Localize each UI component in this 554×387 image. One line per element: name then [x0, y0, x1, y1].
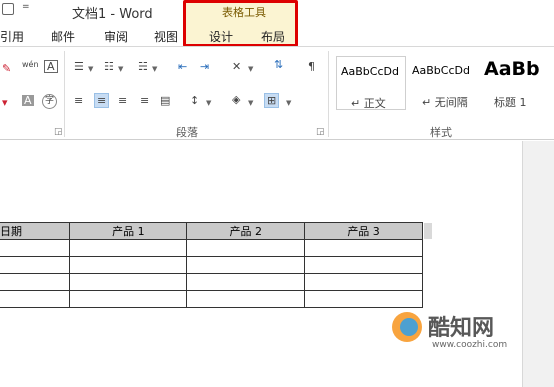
header-cell-product3[interactable]: 产品 3 [304, 222, 423, 240]
font-color-drop-icon[interactable]: ▾ [2, 97, 8, 108]
chinese-layout-icon[interactable]: ✕ [232, 61, 241, 72]
style-no-spacing-sample: AaBbCcDd [412, 64, 470, 77]
header-cell-product2[interactable]: 产品 2 [186, 222, 306, 240]
enclose-characters-icon[interactable]: 字 [42, 94, 57, 109]
clear-format-icon[interactable]: ✎ [2, 63, 11, 74]
table-cell[interactable] [304, 273, 423, 291]
distributed-icon[interactable]: ▤ [160, 95, 170, 106]
table-cell[interactable] [69, 273, 188, 291]
font-dialog-launcher-icon[interactable]: ◲ [54, 127, 63, 137]
qat-customize-icon[interactable]: = [22, 2, 30, 12]
table-cell[interactable] [186, 256, 306, 274]
tab-view[interactable]: 视图 [154, 28, 178, 45]
watermark: 酷知网 www.coozhi.com [384, 310, 548, 358]
style-heading-1-sample: AaBb [484, 58, 540, 80]
table-cell[interactable] [304, 239, 423, 257]
table-resize-handle[interactable] [424, 223, 432, 239]
numbering-icon[interactable]: ☷ [104, 61, 114, 72]
table-cell[interactable] [304, 256, 423, 274]
sort-icon[interactable]: ⇅ [274, 59, 283, 70]
numbering-dropdown-icon[interactable]: ▼ [118, 65, 123, 73]
header-cell-product1[interactable]: 产品 1 [69, 222, 188, 240]
style-normal-name: ↵ 正文 [351, 97, 386, 110]
paragraph-group-label: 段落 [176, 126, 198, 139]
line-spacing-icon[interactable]: ↕ [190, 95, 199, 106]
watermark-text: 酷知网 [428, 316, 495, 341]
highlight-box [183, 0, 298, 47]
table-cell[interactable] [186, 290, 306, 308]
table-header-row: 日期 产品 1 产品 2 产品 3 [0, 222, 423, 240]
phonetic-guide-icon[interactable]: wén [22, 61, 39, 69]
data-table[interactable]: 日期 产品 1 产品 2 产品 3 [0, 222, 423, 308]
save-icon[interactable] [2, 3, 14, 15]
table-cell[interactable] [304, 290, 423, 308]
line-spacing-dropdown-icon[interactable]: ▼ [206, 99, 211, 107]
align-center-icon[interactable]: ≡ [94, 93, 110, 108]
watermark-logo-inner-icon [400, 318, 418, 336]
group-separator [64, 51, 65, 137]
tab-review[interactable]: 审阅 [104, 28, 128, 45]
table-row [0, 290, 423, 308]
justify-icon[interactable]: ≡ [140, 95, 149, 106]
align-right-icon[interactable]: ≡ [118, 95, 127, 106]
table-cell[interactable] [0, 290, 71, 308]
table-cell[interactable] [0, 256, 71, 274]
table-cell[interactable] [69, 256, 188, 274]
shading-dropdown-icon[interactable]: ▼ [248, 99, 253, 107]
style-normal-sample: AaBbCcDd [341, 65, 399, 78]
table-row [0, 256, 423, 274]
chinese-layout-dropdown-icon[interactable]: ▼ [248, 65, 253, 73]
style-heading-1[interactable]: AaBb 标题 1 [480, 56, 544, 110]
character-border-icon[interactable]: A [44, 60, 58, 73]
increase-indent-icon[interactable]: ⇥ [200, 61, 209, 72]
tab-references[interactable]: 引用 [0, 28, 24, 45]
shading-icon[interactable]: ◈ [232, 94, 240, 105]
align-left-icon[interactable]: ≡ [74, 95, 83, 106]
tab-mailings[interactable]: 邮件 [51, 28, 75, 45]
style-heading-1-name: 标题 1 [494, 96, 527, 109]
table-row [0, 273, 423, 291]
table-cell[interactable] [0, 273, 71, 291]
table-cell[interactable] [69, 290, 188, 308]
styles-group-label: 样式 [430, 126, 452, 139]
style-no-spacing[interactable]: AaBbCcDd ↵ 无间隔 [408, 56, 478, 110]
borders-icon[interactable]: ⊞ [264, 93, 280, 108]
decrease-indent-icon[interactable]: ⇤ [178, 61, 187, 72]
bullets-icon[interactable]: ☰ [74, 61, 84, 72]
character-shading-icon[interactable]: A [22, 95, 34, 106]
table-row [0, 239, 423, 257]
multilevel-list-icon[interactable]: ☵ [138, 61, 148, 72]
show-marks-icon[interactable]: ¶ [308, 61, 315, 72]
table-cell[interactable] [186, 273, 306, 291]
paragraph-dialog-launcher-icon[interactable]: ◲ [316, 127, 325, 137]
table-cell[interactable] [0, 239, 71, 257]
borders-dropdown-icon[interactable]: ▼ [286, 99, 291, 107]
style-normal[interactable]: AaBbCcDd ↵ 正文 [336, 56, 406, 110]
multilevel-dropdown-icon[interactable]: ▼ [152, 65, 157, 73]
window-title: 文档1 - Word [72, 7, 153, 22]
bullets-dropdown-icon[interactable]: ▼ [88, 65, 93, 73]
table-cell[interactable] [69, 239, 188, 257]
table-cell[interactable] [186, 239, 306, 257]
watermark-url: www.coozhi.com [432, 340, 508, 350]
header-cell-date[interactable]: 日期 [0, 222, 71, 240]
group-separator [328, 51, 329, 137]
style-no-spacing-name: ↵ 无间隔 [422, 96, 468, 109]
